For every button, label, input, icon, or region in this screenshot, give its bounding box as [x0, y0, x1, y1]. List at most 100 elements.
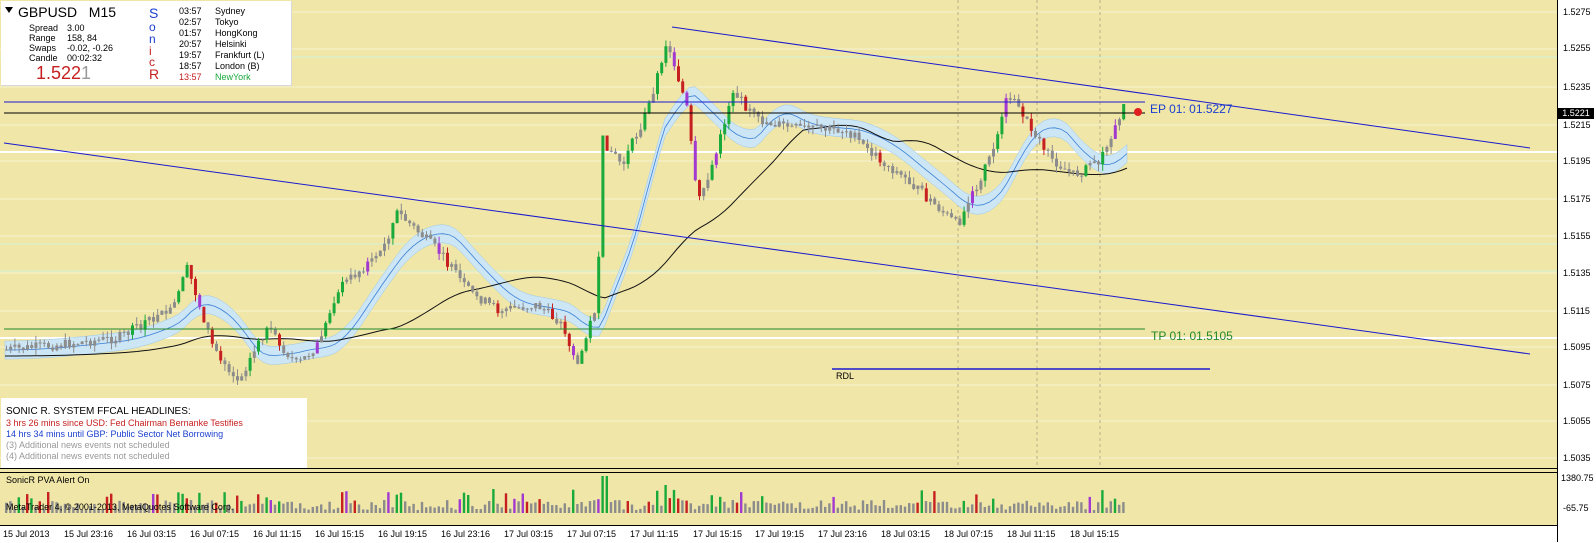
candle-body — [1042, 138, 1046, 150]
volume-bar — [353, 500, 356, 513]
volume-bar — [966, 507, 970, 513]
candle-body — [899, 171, 903, 175]
ep-label: EP 01: 01.5227 — [1150, 102, 1233, 116]
candle-body — [38, 342, 42, 344]
candle-body — [324, 322, 328, 337]
volume-bar — [803, 508, 806, 513]
candle-body — [521, 307, 525, 310]
time-axis[interactable]: 15 Jul 2013 15 Jul 23:16 16 Jul 03:15 16… — [0, 525, 1557, 543]
candle-body — [882, 162, 886, 166]
candle-body — [618, 153, 622, 162]
volume-bar — [1088, 496, 1091, 513]
candle-body — [845, 131, 848, 133]
candle-body — [643, 112, 647, 130]
session-row: 01:57 HongKong — [179, 28, 258, 38]
volume-bar — [1013, 503, 1016, 513]
candle-body — [958, 218, 962, 225]
price-tick: 1.5155 — [1563, 231, 1591, 241]
volume-bar — [551, 505, 554, 513]
chart-window[interactable]: GBPUSD M15 Spread 3.00 Range 158, 84 Swaps… — [0, 0, 1596, 543]
volume-bar — [672, 489, 676, 513]
volume-bar — [954, 508, 957, 513]
candle-body — [399, 210, 403, 215]
volume-bar — [1122, 502, 1125, 513]
volume-bar — [626, 501, 629, 513]
range-row: Range 158, 84 — [29, 33, 98, 43]
dropdown-arrow-icon[interactable] — [5, 7, 13, 13]
sonic-letter: R — [149, 66, 160, 82]
candle-body — [824, 128, 827, 131]
volume-bar — [479, 509, 482, 513]
volume-bar — [794, 507, 797, 513]
candle-body — [164, 310, 168, 314]
candle-body — [971, 191, 974, 204]
volume-bar — [908, 503, 911, 513]
candle-body — [811, 125, 815, 128]
price-tick: 1.5215 — [1563, 120, 1591, 130]
volume-bar — [542, 503, 545, 513]
candle-body — [97, 339, 101, 341]
candle-body — [651, 93, 655, 103]
candle-body — [803, 125, 806, 127]
volume-bar — [441, 507, 445, 513]
volume-bar — [362, 509, 365, 513]
candle-body — [1055, 158, 1058, 167]
candle-body — [404, 214, 407, 221]
time-tick: 18 Jul 03:15 — [881, 529, 931, 539]
candle-body — [727, 105, 731, 125]
candle-body — [282, 345, 286, 353]
candle-body — [790, 125, 794, 127]
volume-tick: -65.75 — [1563, 503, 1589, 513]
volume-bar — [664, 485, 667, 513]
candle-body — [252, 351, 256, 358]
candle-body — [672, 52, 676, 67]
volume-bar — [597, 499, 600, 513]
candle-body — [1109, 138, 1113, 148]
volume-bar — [920, 490, 923, 513]
price-tick: 1.5175 — [1563, 194, 1591, 204]
volume-bar — [1046, 502, 1049, 513]
volume-bar — [761, 496, 764, 513]
volume-bar — [870, 500, 873, 513]
volume-bar — [412, 503, 415, 513]
volume-bar — [702, 503, 705, 513]
volume-bar — [446, 500, 449, 513]
candle-body — [80, 341, 84, 345]
volume-bar — [832, 496, 835, 513]
candle-body — [513, 305, 517, 308]
volume-bar — [937, 502, 940, 513]
swaps-row: Swaps -0.02, -0.26 — [29, 43, 114, 53]
volume-bar — [735, 502, 739, 513]
time-tick: 18 Jul 07:15 — [944, 529, 994, 539]
volume-bar — [719, 496, 722, 513]
pane-separator — [0, 472, 1596, 473]
volume-bar — [798, 502, 802, 513]
candle-body — [630, 138, 634, 151]
volume-bar — [1067, 502, 1070, 513]
volume-bar — [887, 507, 890, 513]
volume-bar — [777, 503, 781, 513]
candle-body — [908, 177, 911, 185]
candle-body — [378, 250, 382, 256]
volume-bar — [635, 509, 638, 513]
candle-body — [647, 102, 651, 113]
candle-body — [1118, 119, 1121, 126]
candle-body — [30, 345, 34, 348]
volume-bar — [618, 500, 621, 513]
time-tick: 18 Jul 11:15 — [1007, 529, 1056, 539]
candle-body — [878, 152, 882, 163]
candle-body — [278, 334, 281, 346]
candle-body — [68, 339, 71, 348]
candle-body — [198, 295, 202, 307]
candle-body — [1029, 118, 1033, 131]
price-axis[interactable]: 1.5275 1.5255 1.5235 1.5215 1.5195 1.517… — [1557, 0, 1596, 542]
candle-body — [307, 356, 311, 358]
volume-bar — [861, 500, 865, 513]
candle-body — [105, 336, 109, 338]
volume-bar — [1004, 509, 1007, 513]
volume-bar — [265, 497, 268, 513]
candle-body — [349, 274, 353, 280]
candle-body — [147, 317, 151, 321]
volume-bar — [1029, 505, 1033, 513]
candle-body — [504, 308, 508, 312]
